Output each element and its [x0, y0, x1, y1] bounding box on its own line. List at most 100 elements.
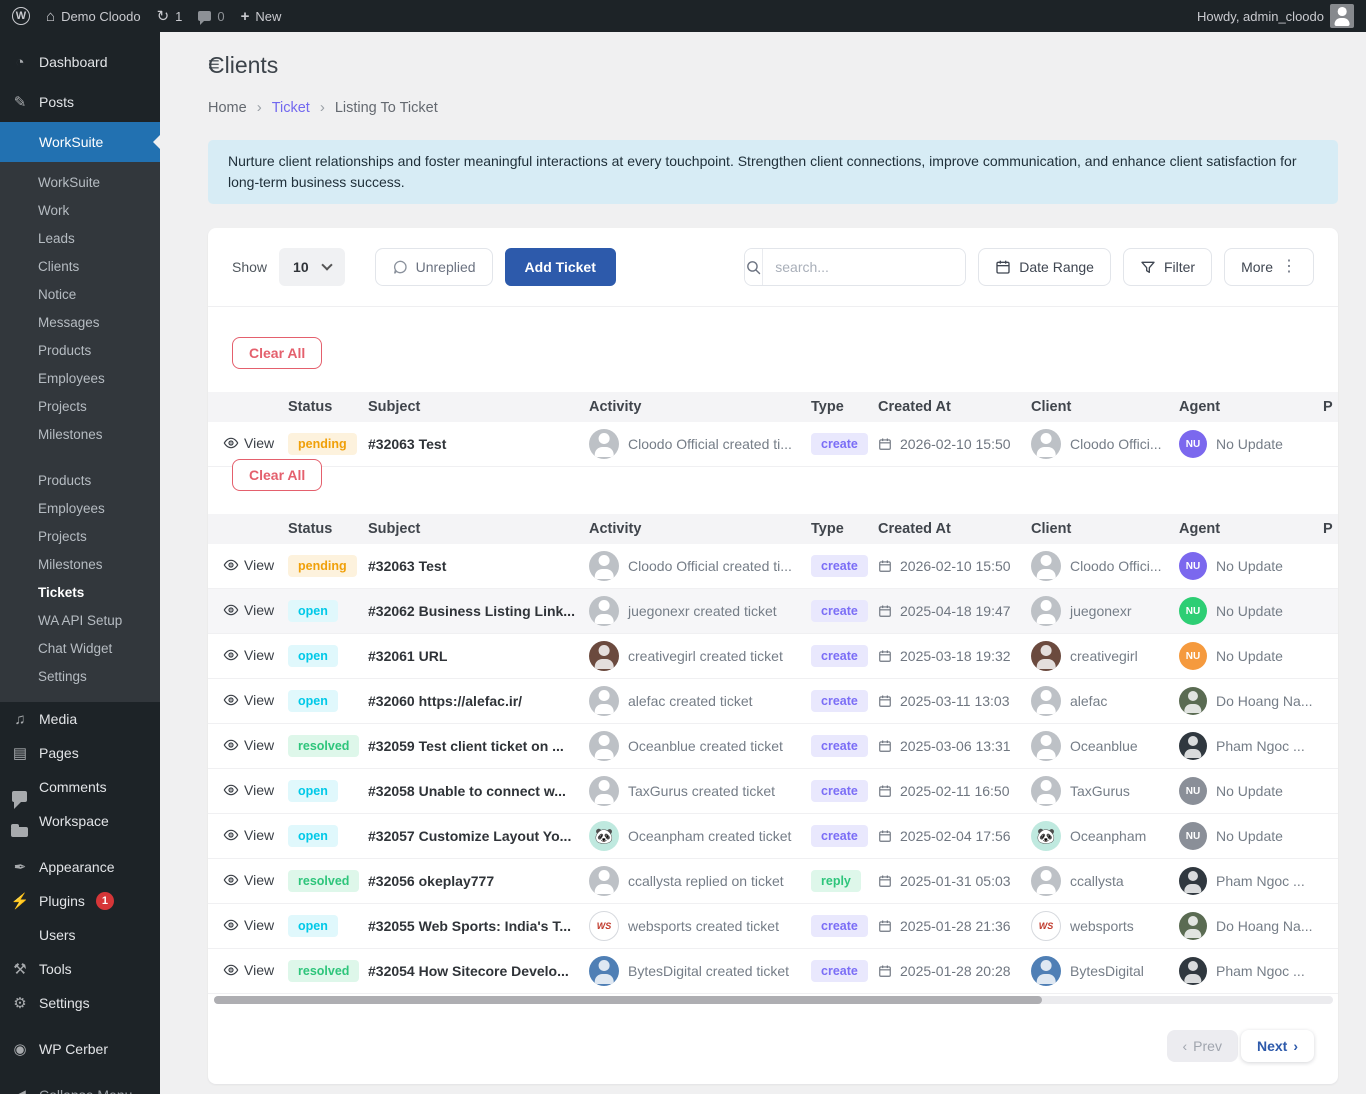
view-button[interactable]: View: [223, 435, 274, 451]
sidebar-item-users[interactable]: Users: [0, 918, 160, 952]
sidebar-item-dashboard[interactable]: ◔Dashboard: [0, 42, 160, 82]
ticket-subject-link[interactable]: #32058 Unable to connect w...: [368, 783, 566, 799]
created-at-value: 2025-03-06 13:31: [900, 738, 1011, 754]
user-avatar: [1330, 4, 1354, 28]
view-button[interactable]: View: [223, 557, 274, 573]
ticket-subject-link[interactable]: #32062 Business Listing Link...: [368, 603, 575, 619]
view-button[interactable]: View: [223, 872, 274, 888]
sidebar-subitem-work[interactable]: Work: [0, 196, 160, 224]
comments-link[interactable]: 0: [198, 9, 224, 24]
view-button[interactable]: View: [223, 917, 274, 933]
howdy-text: Howdy, admin_cloodo: [1197, 9, 1324, 24]
ticket-subject-link[interactable]: #32061 URL: [368, 648, 447, 664]
my-account-link[interactable]: Howdy, admin_cloodo: [1197, 4, 1354, 28]
sidebar-subitem-milestones[interactable]: Milestones: [0, 550, 160, 578]
sidebar-item-comments[interactable]: Comments: [0, 770, 160, 804]
col-client: Client: [1031, 521, 1179, 537]
sidebar-subitem-clients[interactable]: Clients: [0, 252, 160, 280]
menu-label: Tickets: [38, 585, 84, 600]
menu-label: Settings: [38, 669, 87, 684]
tickets-toolbar: Show 10 Unreplied Add Ticket Date Range: [208, 228, 1338, 307]
ticket-subject-link[interactable]: #32054 How Sitecore Develo...: [368, 963, 569, 979]
updates-link[interactable]: ↻1: [157, 7, 183, 25]
view-button[interactable]: View: [223, 962, 274, 978]
per-page-select[interactable]: 10: [279, 248, 345, 286]
view-button[interactable]: View: [223, 827, 274, 843]
breadcrumb-ticket-link[interactable]: Ticket: [272, 100, 310, 116]
ticket-subject-link[interactable]: #32060 https://alefac.ir/: [368, 693, 522, 709]
sidebar-subitem-employees[interactable]: Employees: [0, 494, 160, 522]
sidebar-subitem-employees[interactable]: Employees: [0, 364, 160, 392]
view-button[interactable]: View: [223, 647, 274, 663]
sidebar-item-pages[interactable]: ▤Pages: [0, 736, 160, 770]
sidebar-subitem-wa-api-setup[interactable]: WA API Setup: [0, 606, 160, 634]
clear-all-button[interactable]: Clear All: [232, 337, 322, 369]
ticket-subject-link[interactable]: #32059 Test client ticket on ...: [368, 738, 564, 754]
new-content-link[interactable]: +New: [241, 8, 282, 25]
ticket-subject-link[interactable]: #32056 okeplay777: [368, 873, 494, 889]
ticket-subject-link[interactable]: #32055 Web Sports: India's T...: [368, 918, 571, 934]
view-button[interactable]: View: [223, 692, 274, 708]
unreplied-button[interactable]: Unreplied: [375, 248, 493, 286]
sidebar-subitem-leads[interactable]: Leads: [0, 224, 160, 252]
col-agent: Agent: [1179, 399, 1323, 415]
filter-button[interactable]: Filter: [1123, 248, 1212, 286]
menu-label: Employees: [38, 501, 105, 516]
sidebar-item-media[interactable]: ♫Media: [0, 702, 160, 736]
table-header-row: Status Subject Activity Type Created At …: [208, 392, 1338, 422]
more-button[interactable]: More⋮: [1224, 248, 1314, 286]
sidebar-item-wp-cerber[interactable]: ◉WP Cerber: [0, 1032, 160, 1066]
search-input[interactable]: [763, 249, 966, 285]
site-name-link[interactable]: ⌂Demo Cloodo: [46, 9, 141, 24]
horizontal-scrollbar-thumb[interactable]: [214, 996, 1042, 1004]
sidebar-subitem-tickets[interactable]: Tickets: [0, 578, 160, 606]
horizontal-scrollbar[interactable]: [214, 996, 1333, 1004]
wp-logo-button[interactable]: W: [12, 7, 30, 25]
sidebar-subitem-projects[interactable]: Projects: [0, 522, 160, 550]
status-badge: open: [288, 825, 338, 847]
created-at-value: 2025-03-18 19:32: [900, 648, 1011, 664]
sidebar-subitem-projects[interactable]: Projects: [0, 392, 160, 420]
menu-label: WP Cerber: [39, 1041, 108, 1057]
funnel-icon: [1140, 259, 1156, 275]
sidebar-item-workspace[interactable]: Workspace: [0, 804, 160, 838]
prev-page-button[interactable]: ‹Prev: [1167, 1030, 1238, 1062]
sidebar-item-plugins[interactable]: ⚡Plugins1: [0, 884, 160, 918]
col-client: Client: [1031, 399, 1179, 415]
menu-label: Appearance: [39, 859, 115, 875]
breadcrumb-home[interactable]: Home: [208, 100, 247, 116]
table-row: View open #32055 Web Sports: India's T..…: [208, 904, 1338, 949]
sidebar-subitem-notice[interactable]: Notice: [0, 280, 160, 308]
sidebar-item-posts[interactable]: ✎Posts: [0, 82, 160, 122]
sidebar-item-appearance[interactable]: ✒Appearance: [0, 850, 160, 884]
sidebar-subitem-milestones[interactable]: Milestones: [0, 420, 160, 448]
sidebar-item-collapse-menu[interactable]: ◀Collapse Menu: [0, 1078, 160, 1094]
search-button[interactable]: [745, 249, 763, 285]
ticket-subject-link[interactable]: #32063 Test: [368, 558, 446, 574]
updates-count: 1: [175, 9, 182, 24]
sidebar-subitem-products[interactable]: Products: [0, 466, 160, 494]
sidebar-subitem-worksuite[interactable]: WorkSuite: [0, 168, 160, 196]
ticket-subject-link[interactable]: #32057 Customize Layout Yo...: [368, 828, 571, 844]
clear-all-button[interactable]: Clear All: [232, 459, 322, 491]
view-button[interactable]: View: [223, 602, 274, 618]
sidebar-item-tools[interactable]: ⚒Tools: [0, 952, 160, 986]
view-button[interactable]: View: [223, 782, 274, 798]
add-ticket-button[interactable]: Add Ticket: [505, 248, 616, 286]
created-at-value: 2025-01-28 21:36: [900, 918, 1011, 934]
status-badge: pending: [288, 555, 357, 577]
date-range-button[interactable]: Date Range: [978, 248, 1111, 286]
sidebar-item-worksuite[interactable]: WorkSuite: [0, 122, 160, 162]
sidebar-subitem-chat-widget[interactable]: Chat Widget: [0, 634, 160, 662]
activity-text: juegonexr created ticket: [628, 603, 777, 619]
plus-icon: +: [241, 8, 250, 25]
sidebar-subitem-settings[interactable]: Settings: [0, 662, 160, 690]
next-page-button[interactable]: Next›: [1241, 1030, 1314, 1062]
view-button[interactable]: View: [223, 737, 274, 753]
calendar-icon: [878, 694, 892, 708]
ticket-subject-link[interactable]: #32063 Test: [368, 436, 446, 452]
sidebar-subitem-products[interactable]: Products: [0, 336, 160, 364]
sidebar-subitem-messages[interactable]: Messages: [0, 308, 160, 336]
sidebar-item-settings[interactable]: ⚙Settings: [0, 986, 160, 1020]
menu-label: Leads: [38, 231, 75, 246]
